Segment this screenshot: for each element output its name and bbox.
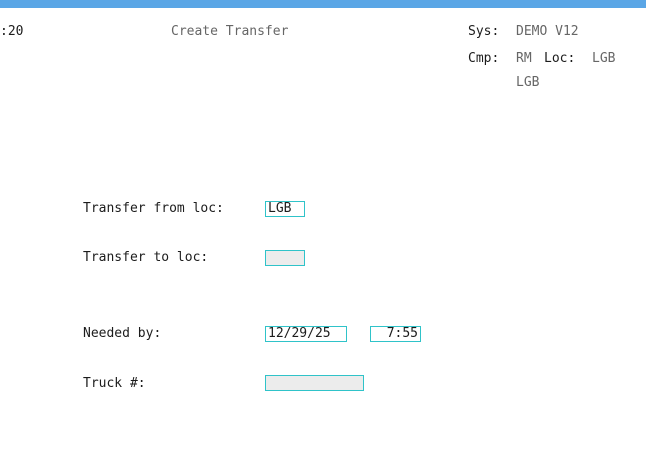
sys-label: Sys:: [468, 24, 500, 39]
clock-fragment: :20: [0, 24, 24, 39]
top-accent-bar: [0, 0, 646, 8]
transfer-to-label: Transfer to loc:: [83, 250, 209, 265]
transfer-from-label: Transfer from loc:: [83, 201, 224, 216]
cmp-value: RM: [516, 51, 532, 66]
loc-name: LGB: [516, 75, 540, 90]
loc-value: LGB: [592, 51, 616, 66]
cmp-label: Cmp:: [468, 51, 500, 66]
transfer-from-field[interactable]: LGB: [265, 201, 305, 217]
loc-label: Loc:: [544, 51, 576, 66]
transfer-to-field[interactable]: [265, 250, 305, 266]
needed-by-time-field[interactable]: 7:55: [370, 326, 421, 342]
screen-title: Create Transfer: [171, 24, 289, 39]
needed-by-label: Needed by:: [83, 326, 162, 341]
sys-value: DEMO V12: [516, 24, 579, 39]
truck-number-field[interactable]: [265, 375, 364, 391]
truck-number-label: Truck #:: [83, 376, 146, 391]
needed-by-date-field[interactable]: 12/29/25: [265, 326, 347, 342]
